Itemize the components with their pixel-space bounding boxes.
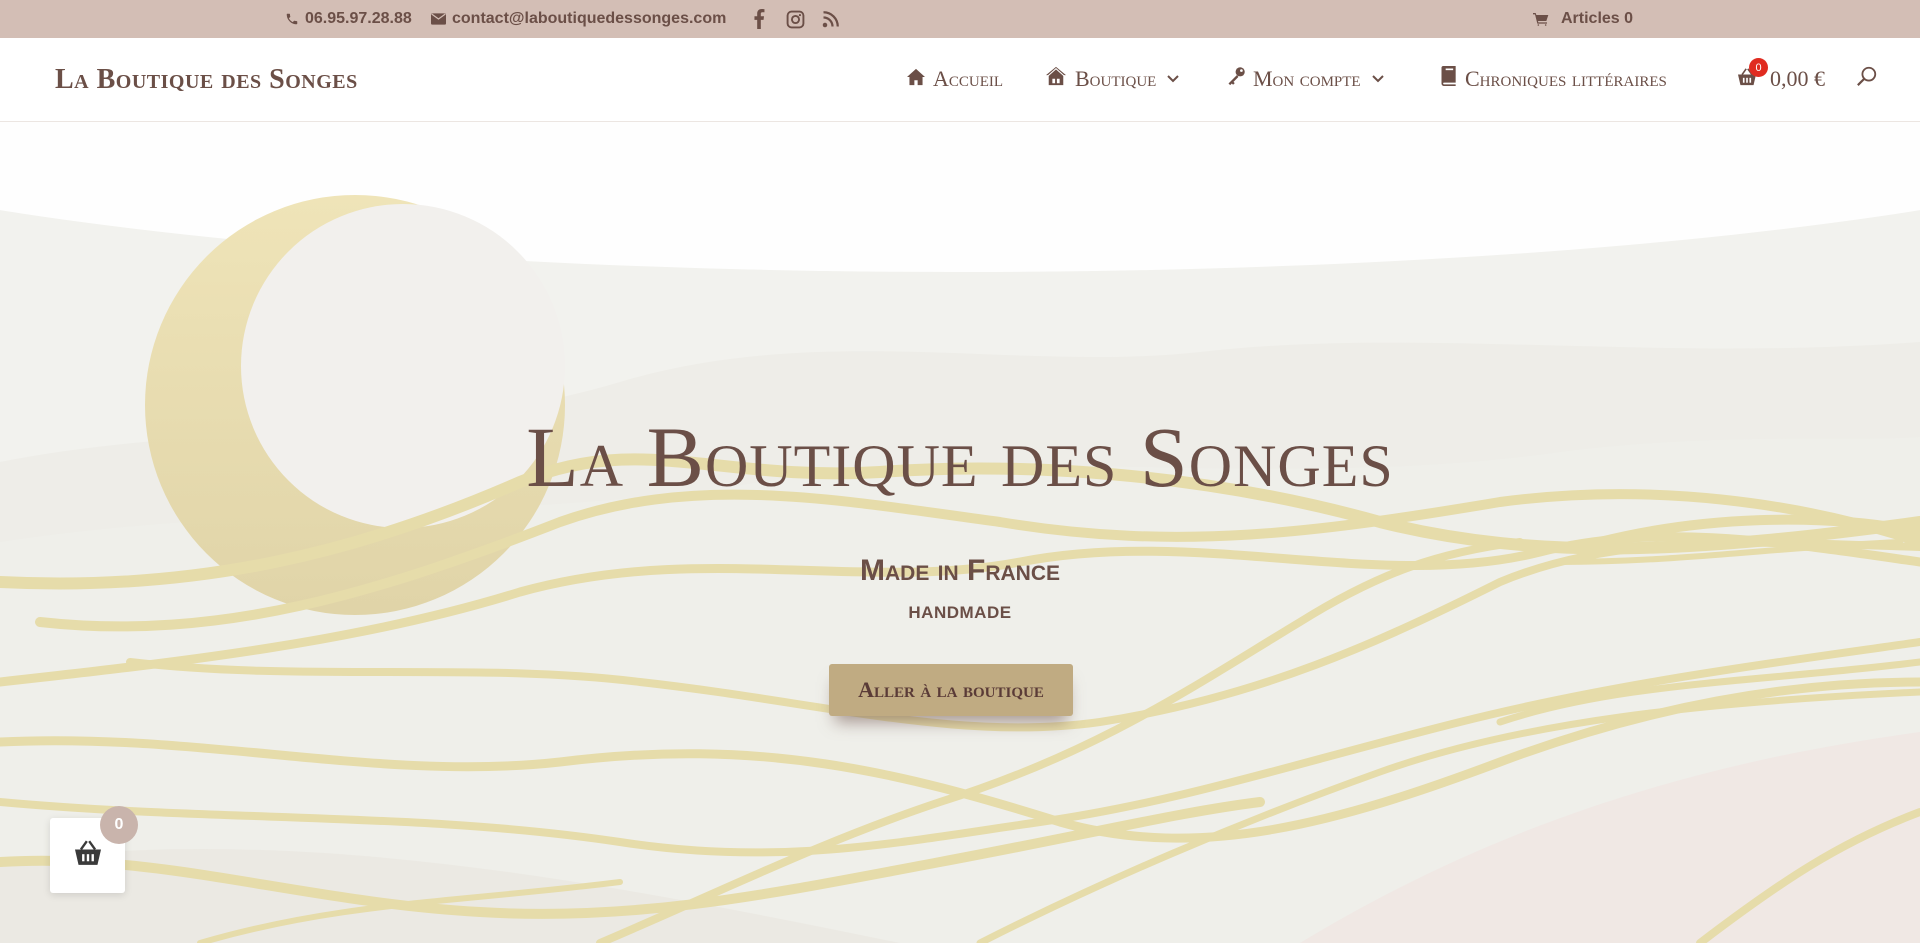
nav-chroniques-label: Chroniques littéraires [1465, 66, 1667, 91]
nav-boutique-label: Boutique [1075, 66, 1157, 91]
go-to-shop-button[interactable]: Aller à la boutique [829, 664, 1073, 716]
hero-background-illustration [0, 122, 1920, 943]
store-icon [1044, 66, 1068, 92]
main-header: La Boutique des Songes Accueil Boutique … [0, 38, 1920, 122]
phone-icon [285, 12, 299, 26]
chevron-down-icon [1167, 71, 1180, 87]
book-icon [1440, 66, 1458, 92]
nav-mon-compte[interactable]: Mon compte [1226, 64, 1384, 94]
cart-total: 0,00 € [1770, 66, 1825, 91]
nav-boutique[interactable]: Boutique [1044, 64, 1180, 94]
site-logo[interactable]: La Boutique des Songes [55, 64, 358, 96]
rss-icon[interactable] [817, 0, 845, 38]
phone-contact[interactable]: 06.95.97.28.88 [285, 0, 412, 38]
chevron-down-icon [1371, 71, 1384, 87]
topbar-cart-link[interactable]: Articles 0 [1533, 0, 1633, 38]
instagram-icon[interactable] [781, 0, 809, 38]
hero-subtitle-handmade: handmade [908, 597, 1012, 624]
floating-cart-count: 0 [100, 806, 138, 844]
search-icon [1856, 65, 1878, 93]
nav-accueil-label: Accueil [933, 66, 1004, 91]
home-icon [906, 66, 926, 92]
top-bar: 06.95.97.28.88 contact@laboutiquedessong… [0, 0, 1920, 38]
email-address: contact@laboutiquedessonges.com [452, 10, 727, 27]
nav-chroniques[interactable]: Chroniques littéraires [1440, 64, 1667, 94]
hero-title: La Boutique des Songes [526, 409, 1394, 505]
hero-section: La Boutique des Songes Made in France ha… [0, 122, 1920, 943]
search-button[interactable] [1856, 64, 1878, 94]
hero-subtitle-made-in-france: Made in France [860, 554, 1060, 587]
envelope-icon [431, 13, 446, 25]
cart-count-badge: 0 [1749, 58, 1768, 77]
nav-mon-compte-label: Mon compte [1253, 66, 1361, 91]
topbar-cart-label: Articles 0 [1561, 10, 1634, 27]
key-icon [1226, 66, 1246, 92]
email-contact[interactable]: contact@laboutiquedessonges.com [431, 0, 726, 38]
facebook-icon[interactable] [745, 0, 773, 38]
shopping-cart-icon [1533, 12, 1549, 26]
basket-icon [73, 840, 103, 871]
phone-number: 06.95.97.28.88 [305, 10, 412, 27]
nav-accueil[interactable]: Accueil [906, 64, 1003, 94]
